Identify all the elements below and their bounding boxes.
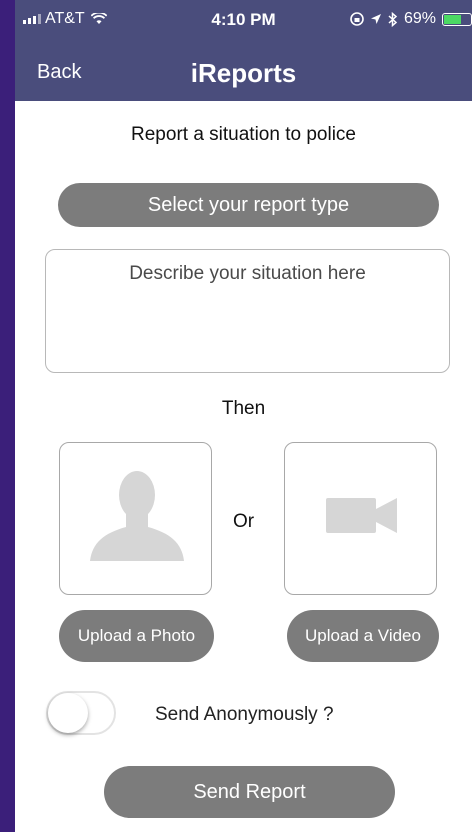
upload-video-button[interactable]: Upload a Video [287,610,439,662]
lock-rotation-icon [350,12,364,26]
description-placeholder: Describe your situation here [129,263,366,284]
top-bar: AT&T 4:10 PM 69% Back iReports [15,0,472,101]
bluetooth-icon [388,11,398,27]
description-field[interactable]: Describe your situation here [45,249,450,373]
then-label: Then [221,398,266,419]
anonymous-label: Send Anonymously ? [155,704,334,725]
toggle-knob [48,693,88,733]
video-preview-box[interactable] [284,442,437,595]
upload-photo-button[interactable]: Upload a Photo [59,610,214,662]
video-camera-icon [326,498,397,533]
battery-percent: 69% [403,10,436,27]
page-subtitle: Report a situation to police [131,124,356,145]
app-screen: AT&T 4:10 PM 69% Back iReports Report a … [15,0,472,832]
status-bar: AT&T 4:10 PM 69% [15,0,472,40]
anonymous-toggle[interactable] [46,691,116,735]
battery-icon [442,12,472,26]
send-report-button[interactable]: Send Report [104,766,395,818]
location-icon [370,14,381,24]
status-right: 69% [350,10,472,28]
page-title: iReports [190,58,297,88]
select-report-type-button[interactable]: Select your report type [58,183,439,227]
